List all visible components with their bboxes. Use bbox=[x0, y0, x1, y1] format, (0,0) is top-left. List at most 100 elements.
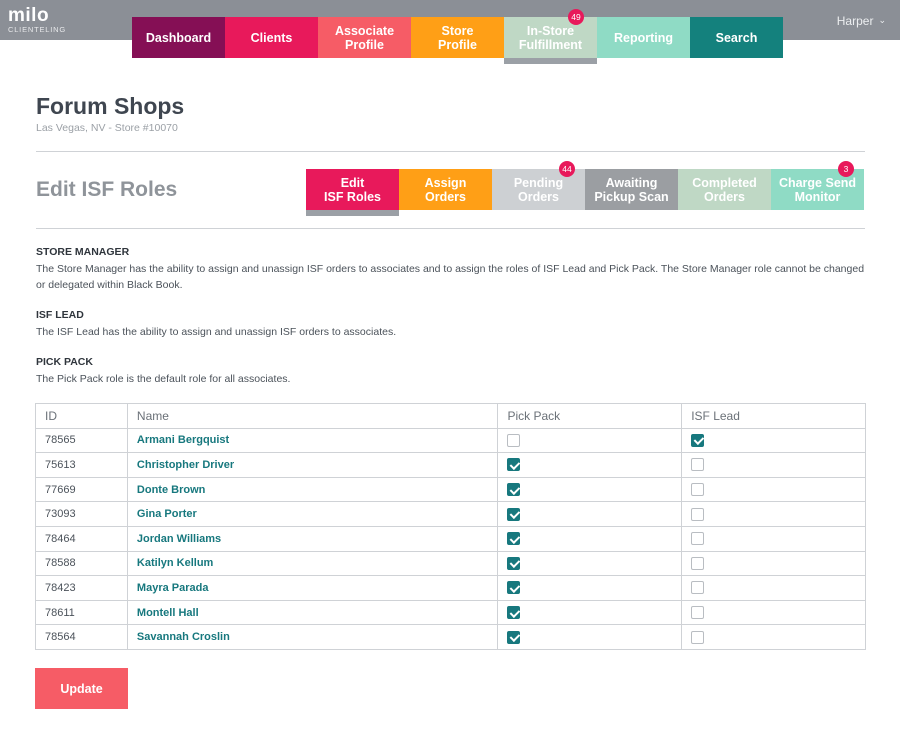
tab-assign-orders[interactable]: Assign Orders bbox=[399, 169, 492, 210]
pick-pack-checkbox-cell bbox=[497, 550, 683, 577]
nav-associate-profile[interactable]: Associate Profile bbox=[318, 17, 411, 58]
pick-pack-checkbox-cell bbox=[497, 525, 683, 552]
nav-label: Search bbox=[715, 30, 758, 45]
associate-id: 77669 bbox=[35, 476, 128, 503]
nav-label: Clients bbox=[250, 30, 293, 45]
col-header-id: ID bbox=[35, 403, 128, 429]
pick-pack-checkbox[interactable] bbox=[507, 532, 521, 546]
logo-text: milo bbox=[8, 5, 50, 26]
isf-lead-checkbox[interactable] bbox=[691, 630, 705, 644]
col-header-name: Name bbox=[126, 403, 499, 429]
tab-awaiting-pickup-scan[interactable]: Awaiting Pickup Scan bbox=[585, 169, 678, 210]
role-heading: STORE MANAGER bbox=[36, 246, 130, 258]
nav-label: Dashboard bbox=[145, 30, 212, 45]
user-name: Harper bbox=[836, 14, 874, 28]
associate-id: 75613 bbox=[35, 452, 128, 478]
role-store-manager: STORE MANAGER The Store Manager has the … bbox=[36, 246, 866, 293]
col-header-pick-pack: Pick Pack bbox=[497, 403, 683, 429]
milo-logo[interactable]: milo CLIENTELING bbox=[8, 6, 66, 34]
isf-lead-checkbox-cell bbox=[681, 427, 866, 454]
store-subtitle: Las Vegas, NV - Store #10070 bbox=[36, 122, 178, 134]
pick-pack-checkbox[interactable] bbox=[507, 507, 521, 521]
associate-name-link[interactable]: Katilyn Kellum bbox=[126, 550, 499, 577]
nav-dashboard[interactable]: Dashboard bbox=[132, 17, 225, 58]
role-description: The Store Manager has the ability to ass… bbox=[36, 263, 865, 291]
isf-lead-checkbox[interactable] bbox=[691, 532, 705, 546]
isf-lead-checkbox[interactable] bbox=[691, 606, 705, 620]
isf-lead-checkbox[interactable] bbox=[691, 581, 705, 595]
role-description: The ISF Lead has the ability to assign a… bbox=[36, 326, 397, 338]
nav-in-store-fulfillment[interactable]: In-Store Fulfillment 49 bbox=[504, 9, 597, 64]
nav-search[interactable]: Search bbox=[690, 17, 783, 58]
isf-lead-checkbox[interactable] bbox=[691, 458, 705, 472]
pick-pack-checkbox-cell bbox=[497, 452, 683, 478]
table-row: 78588 Katilyn Kellum bbox=[35, 550, 866, 577]
nav-store-profile[interactable]: Store Profile bbox=[411, 17, 504, 58]
tab-charge-send-monitor[interactable]: Charge Send Monitor 3 bbox=[771, 161, 864, 210]
tab-label: Assign Orders bbox=[424, 175, 467, 204]
tab-label: Awaiting Pickup Scan bbox=[594, 175, 669, 204]
pick-pack-checkbox[interactable] bbox=[507, 581, 521, 595]
table-row: 78611 Montell Hall bbox=[35, 599, 866, 626]
table-row: 78564 Savannah Croslin bbox=[35, 624, 866, 650]
notification-badge: 3 bbox=[838, 161, 854, 177]
tab-pending-orders[interactable]: Pending Orders 44 bbox=[492, 161, 585, 210]
page-title: Edit ISF Roles bbox=[36, 178, 178, 201]
divider bbox=[36, 228, 865, 229]
user-menu[interactable]: Harper ⌄ bbox=[837, 14, 886, 28]
associate-name-link[interactable]: Jordan Williams bbox=[126, 525, 499, 552]
pick-pack-checkbox[interactable] bbox=[507, 483, 521, 497]
isf-lead-checkbox[interactable] bbox=[691, 483, 705, 497]
isf-lead-checkbox-cell bbox=[681, 624, 866, 650]
pick-pack-checkbox[interactable] bbox=[507, 556, 521, 570]
associate-name-link[interactable]: Montell Hall bbox=[126, 599, 499, 626]
role-isf-lead: ISF LEAD The ISF Lead has the ability to… bbox=[36, 309, 866, 340]
tab-edit-isf-roles[interactable]: Edit ISF Roles bbox=[306, 169, 399, 216]
pick-pack-checkbox[interactable] bbox=[507, 458, 521, 472]
associate-name-link[interactable]: Mayra Parada bbox=[126, 575, 499, 601]
isf-lead-checkbox-cell bbox=[681, 501, 866, 527]
nav-clients[interactable]: Clients bbox=[225, 17, 318, 58]
tab-label: Edit ISF Roles bbox=[324, 175, 381, 204]
isf-lead-checkbox-cell bbox=[681, 452, 866, 478]
pick-pack-checkbox-cell bbox=[497, 427, 683, 454]
pick-pack-checkbox[interactable] bbox=[507, 606, 521, 620]
isf-lead-checkbox-cell bbox=[681, 476, 866, 503]
isf-lead-checkbox[interactable] bbox=[691, 507, 705, 521]
tab-label: Completed Orders bbox=[692, 175, 757, 204]
pick-pack-checkbox[interactable] bbox=[507, 630, 521, 644]
nav-label: Reporting bbox=[613, 30, 674, 45]
table-row: 78423 Mayra Parada bbox=[35, 575, 866, 601]
associate-name-link[interactable]: Gina Porter bbox=[126, 501, 499, 527]
associate-id: 78565 bbox=[35, 427, 128, 454]
role-pick-pack: PICK PACK The Pick Pack role is the defa… bbox=[36, 356, 866, 387]
table-row: 75613 Christopher Driver bbox=[35, 452, 866, 478]
main-nav: Dashboard Clients Associate Profile Store P… bbox=[132, 9, 783, 64]
pick-pack-checkbox-cell bbox=[497, 599, 683, 626]
pick-pack-checkbox-cell bbox=[497, 624, 683, 650]
associate-name-link[interactable]: Armani Bergquist bbox=[126, 427, 499, 454]
tab-label: Pending Orders bbox=[513, 175, 564, 204]
associate-name-link[interactable]: Donte Brown bbox=[126, 476, 499, 503]
table-row: 78464 Jordan Williams bbox=[35, 525, 866, 552]
isf-lead-checkbox-cell bbox=[681, 525, 866, 552]
associate-id: 78423 bbox=[35, 575, 128, 601]
page-store-title: Forum Shops bbox=[36, 93, 185, 119]
isf-lead-checkbox[interactable] bbox=[691, 556, 705, 570]
pick-pack-checkbox-cell bbox=[497, 575, 683, 601]
logo-subtext: CLIENTELING bbox=[8, 25, 66, 34]
associate-name-link[interactable]: Savannah Croslin bbox=[126, 624, 499, 650]
update-button[interactable]: Update bbox=[35, 668, 128, 709]
col-header-isf-lead: ISF Lead bbox=[681, 403, 866, 429]
nav-reporting[interactable]: Reporting bbox=[597, 17, 690, 58]
associate-id: 78464 bbox=[35, 525, 128, 552]
associate-name-link[interactable]: Christopher Driver bbox=[126, 452, 499, 478]
pick-pack-checkbox[interactable] bbox=[507, 433, 521, 447]
notification-badge: 49 bbox=[568, 9, 584, 25]
tab-completed-orders[interactable]: Completed Orders bbox=[678, 169, 771, 210]
notification-badge: 44 bbox=[559, 161, 575, 177]
nav-label: In-Store Fulfillment bbox=[518, 23, 583, 52]
isf-lead-checkbox[interactable] bbox=[691, 433, 705, 447]
roles-table: ID Name Pick Pack ISF Lead 78565 Armani B… bbox=[35, 403, 866, 650]
role-description: The Pick Pack role is the default role f… bbox=[36, 373, 291, 385]
